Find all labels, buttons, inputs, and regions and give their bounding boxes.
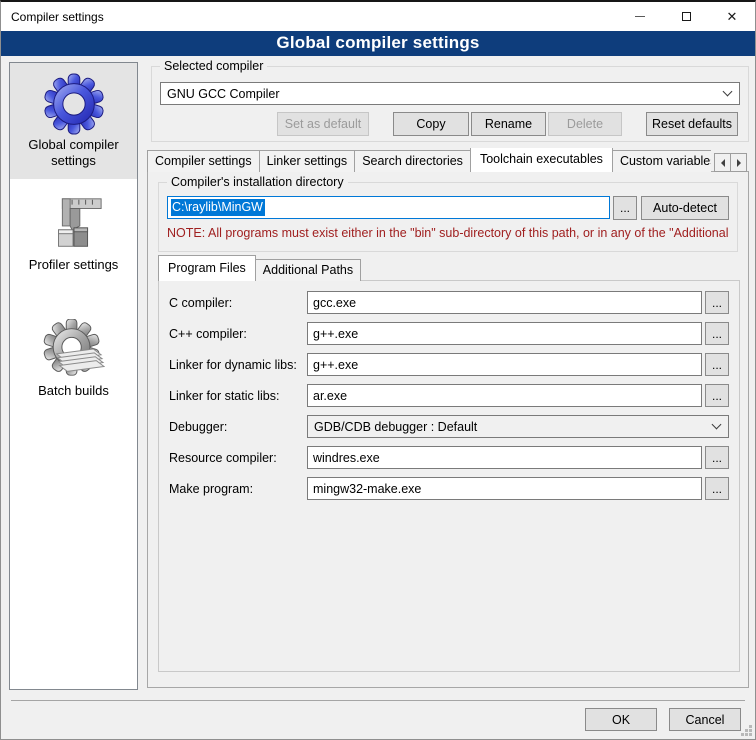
field-label: C++ compiler:	[169, 327, 307, 341]
tab-search-directories[interactable]: Search directories	[354, 150, 471, 172]
static-linker-row: Linker for static libs: ...	[169, 384, 729, 407]
make-program-browse-button[interactable]: ...	[705, 477, 729, 500]
cancel-button[interactable]: Cancel	[669, 708, 741, 731]
debugger-select-value: GDB/CDB debugger : Default	[314, 420, 707, 434]
tab-compiler-settings[interactable]: Compiler settings	[147, 150, 260, 172]
tab-scroll-right-button[interactable]	[730, 153, 747, 172]
settings-tabs: Compiler settings Linker settings Search…	[147, 148, 711, 172]
field-label: Debugger:	[169, 420, 307, 434]
tab-additional-paths[interactable]: Additional Paths	[255, 259, 361, 281]
group-legend: Compiler's installation directory	[167, 175, 348, 189]
window-title: Compiler settings	[1, 10, 617, 24]
tab-scroll-left-button[interactable]	[714, 153, 731, 172]
group-legend: Selected compiler	[160, 59, 267, 73]
c-compiler-browse-button[interactable]: ...	[705, 291, 729, 314]
field-label: Linker for dynamic libs:	[169, 358, 307, 372]
sidebar-item-profiler-settings[interactable]: Profiler settings	[10, 183, 137, 283]
selected-compiler-group: Selected compiler GNU GCC Compiler Set a…	[151, 66, 749, 142]
compiler-buttons-row: Set as default Copy Rename Delete Reset …	[152, 112, 738, 136]
sidebar-item-label: Global compiler settings	[12, 137, 135, 169]
minimize-button[interactable]	[617, 2, 663, 31]
debugger-select[interactable]: GDB/CDB debugger : Default	[307, 415, 729, 438]
caliper-icon	[43, 193, 105, 255]
footer-separator	[11, 700, 745, 701]
resource-compiler-row: Resource compiler: ...	[169, 446, 729, 469]
static-linker-browse-button[interactable]: ...	[705, 384, 729, 407]
dynamic-linker-input[interactable]	[307, 353, 702, 376]
cpp-compiler-browse-button[interactable]: ...	[705, 322, 729, 345]
chevron-down-icon	[712, 420, 722, 430]
compiler-select-value: GNU GCC Compiler	[167, 87, 718, 101]
window-controls: ✕	[617, 2, 755, 31]
program-files-page: C compiler: ... C++ compiler: ... Linker…	[158, 280, 740, 672]
tab-scroll-buttons	[715, 153, 747, 172]
c-compiler-row: C compiler: ...	[169, 291, 729, 314]
set-as-default-button[interactable]: Set as default	[277, 112, 369, 136]
ok-button[interactable]: OK	[585, 708, 657, 731]
c-compiler-input[interactable]	[307, 291, 702, 314]
dialog-body: Global compiler settings	[1, 56, 755, 739]
field-label: Linker for static libs:	[169, 389, 307, 403]
resource-compiler-browse-button[interactable]: ...	[705, 446, 729, 469]
program-tabs: Program Files Additional Paths	[158, 258, 361, 281]
installation-directory-group: Compiler's installation directory C:\ray…	[158, 182, 738, 252]
make-program-input[interactable]	[307, 477, 702, 500]
resource-compiler-input[interactable]	[307, 446, 702, 469]
tab-custom-variables[interactable]: Custom variables	[612, 150, 711, 172]
browse-directory-button[interactable]: ...	[613, 196, 637, 220]
rename-button[interactable]: Rename	[471, 112, 546, 136]
cpp-compiler-input[interactable]	[307, 322, 702, 345]
close-icon: ✕	[727, 10, 738, 23]
toolchain-executables-page: Compiler's installation directory C:\ray…	[147, 171, 749, 688]
gray-gear-stack-icon	[43, 319, 105, 381]
sidebar-item-label: Profiler settings	[12, 257, 135, 273]
chevron-down-icon	[723, 87, 733, 97]
dynamic-linker-row: Linker for dynamic libs: ...	[169, 353, 729, 376]
sidebar-item-batch-builds[interactable]: Batch builds	[10, 309, 137, 409]
resize-grip-icon[interactable]	[739, 723, 752, 736]
sidebar-item-global-compiler-settings[interactable]: Global compiler settings	[10, 63, 137, 179]
field-label: C compiler:	[169, 296, 307, 310]
compiler-select[interactable]: GNU GCC Compiler	[160, 82, 740, 105]
arrow-right-icon	[737, 159, 745, 167]
dynamic-linker-browse-button[interactable]: ...	[705, 353, 729, 376]
title-bar: Compiler settings ✕	[1, 2, 755, 31]
debugger-row: Debugger: GDB/CDB debugger : Default	[169, 415, 729, 438]
settings-category-list: Global compiler settings	[9, 62, 138, 690]
page-title: Global compiler settings	[1, 31, 755, 56]
close-button[interactable]: ✕	[709, 2, 755, 31]
installation-directory-input[interactable]: C:\raylib\MinGW	[167, 196, 610, 219]
cpp-compiler-row: C++ compiler: ...	[169, 322, 729, 345]
maximize-icon	[682, 12, 691, 21]
installation-directory-row: C:\raylib\MinGW ... Auto-detect	[167, 196, 729, 219]
static-linker-input[interactable]	[307, 384, 702, 407]
note-text: NOTE: All programs must exist either in …	[167, 226, 736, 240]
selected-text: C:\raylib\MinGW	[171, 199, 265, 216]
sidebar-item-label: Batch builds	[12, 383, 135, 399]
tab-linker-settings[interactable]: Linker settings	[259, 150, 356, 172]
maximize-button[interactable]	[663, 2, 709, 31]
tab-program-files[interactable]: Program Files	[158, 255, 256, 281]
arrow-left-icon	[717, 159, 725, 167]
make-program-row: Make program: ...	[169, 477, 729, 500]
delete-button[interactable]: Delete	[548, 112, 622, 136]
tab-toolchain-executables[interactable]: Toolchain executables	[470, 148, 613, 172]
reset-defaults-button[interactable]: Reset defaults	[646, 112, 738, 136]
field-label: Make program:	[169, 482, 307, 496]
auto-detect-button[interactable]: Auto-detect	[641, 196, 729, 220]
blue-gear-icon	[43, 73, 105, 135]
copy-button[interactable]: Copy	[393, 112, 469, 136]
compiler-settings-dialog: Compiler settings ✕ Global compiler sett…	[0, 0, 756, 740]
minimize-icon	[635, 16, 645, 17]
field-label: Resource compiler:	[169, 451, 307, 465]
